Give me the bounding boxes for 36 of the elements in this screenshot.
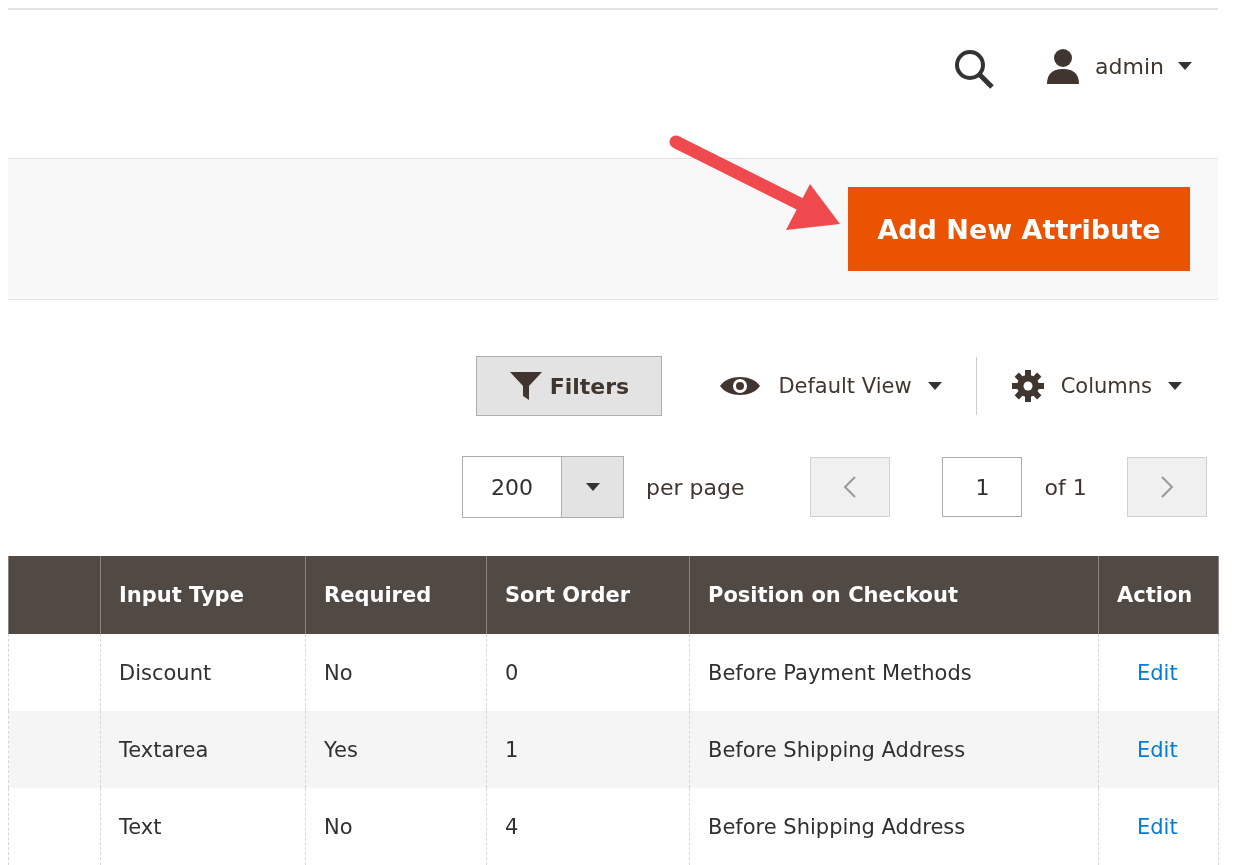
per-page-label: per page [646, 474, 745, 500]
page-count: of 1 [1044, 474, 1087, 500]
add-new-attribute-button[interactable]: Add New Attribute [848, 187, 1190, 271]
page-number-field[interactable]: 1 [942, 457, 1023, 517]
caret-icon [1168, 382, 1182, 390]
table-cell: Before Shipping Address [689, 711, 1099, 788]
columns-dropdown[interactable]: Columns [1004, 368, 1188, 404]
column-header[interactable]: Sort Order [486, 556, 690, 634]
per-page-select[interactable]: 200 [462, 456, 624, 518]
filters-button[interactable]: Filters [476, 356, 663, 416]
chevron-right-icon [1159, 475, 1174, 499]
caret-icon [1178, 62, 1192, 70]
column-header[interactable]: Position on Checkout [689, 556, 1099, 634]
gear-icon [1010, 369, 1045, 403]
table-cell: 1 [486, 711, 690, 788]
column-header[interactable]: Required [305, 556, 487, 634]
eye-icon [718, 374, 763, 398]
chevron-left-icon [843, 475, 858, 499]
column-header[interactable]: Action [1098, 556, 1219, 634]
table-cell: Textarea [100, 711, 306, 788]
edit-link[interactable]: Edit [1117, 737, 1178, 762]
table-cell: Yes [305, 711, 487, 788]
view-dropdown[interactable]: Default View [712, 373, 948, 399]
table-cell: No [305, 788, 487, 865]
table-cell: 4 [486, 788, 690, 865]
search-icon[interactable] [953, 48, 996, 90]
caret-icon [927, 382, 942, 390]
filter-icon [509, 372, 542, 400]
edit-link[interactable]: Edit [1117, 660, 1178, 685]
edit-link[interactable]: Edit [1117, 814, 1178, 839]
user-name[interactable]: admin [1095, 53, 1164, 79]
table-cell: Before Shipping Address [689, 788, 1099, 865]
caret-icon [585, 483, 600, 491]
column-header[interactable]: Input Type [100, 556, 306, 634]
user-icon[interactable] [1045, 48, 1082, 84]
table-cell: Text [100, 788, 306, 865]
